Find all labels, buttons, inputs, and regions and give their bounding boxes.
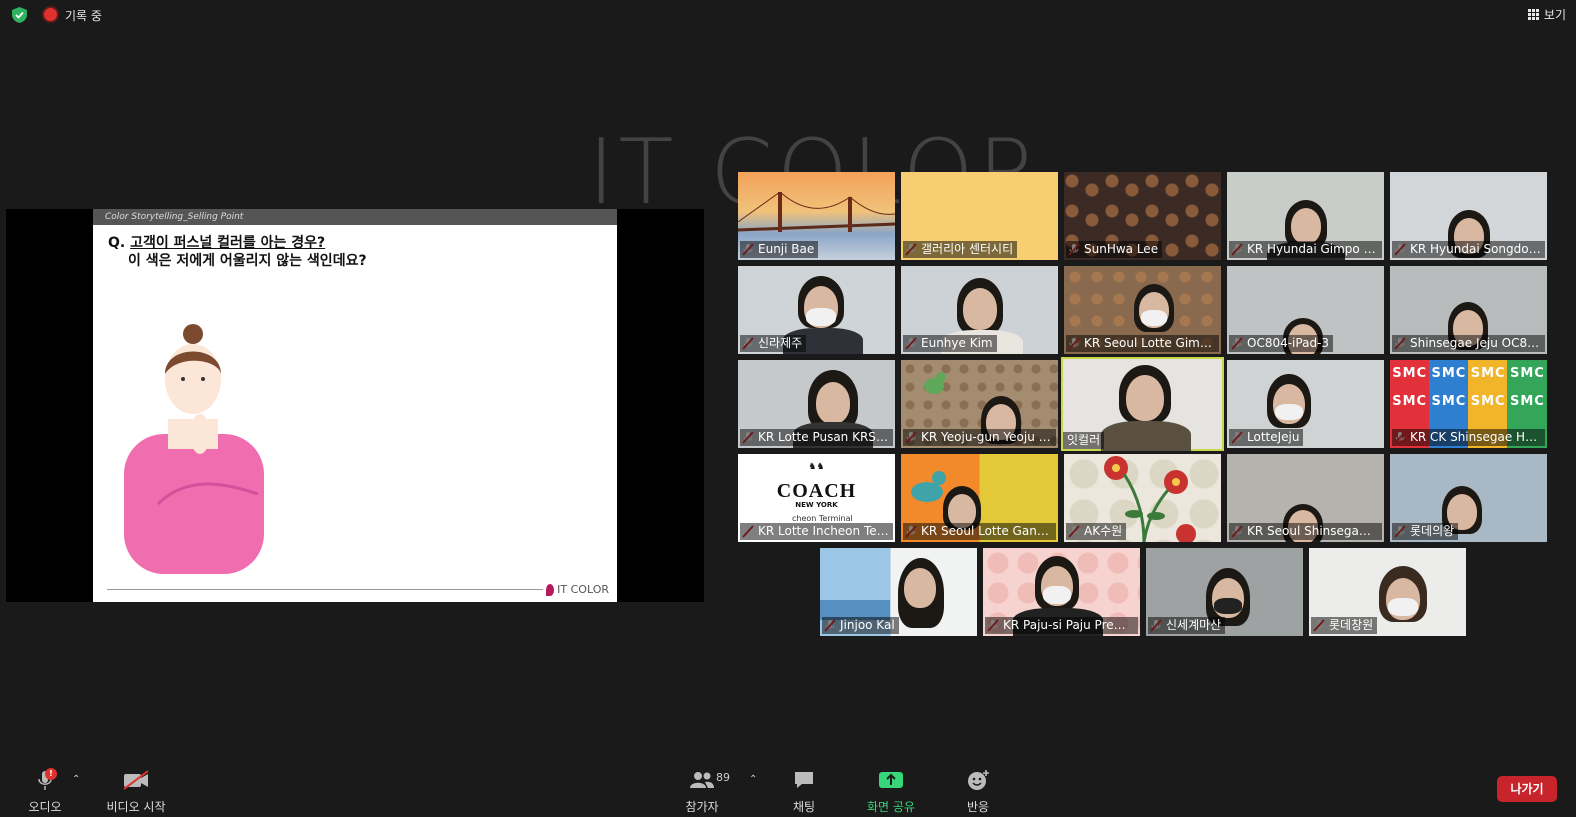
- participant-name: KR Paju-si Paju Premi...: [985, 617, 1138, 634]
- participants-icon: [690, 772, 714, 788]
- thinking-woman-illustration: [124, 324, 264, 574]
- zoom-meeting-window: 기록 중 보기 Color Storytelling_Selling Point…: [0, 0, 1576, 817]
- presentation-slide: Color Storytelling_Selling Point Q. 고객이 …: [93, 209, 617, 602]
- shared-screen[interactable]: Color Storytelling_Selling Point Q. 고객이 …: [6, 209, 704, 602]
- participant-name: KR Seoul Shinsegae ...: [1229, 523, 1382, 540]
- chat-button[interactable]: 채팅: [788, 768, 820, 815]
- share-screen-icon: [879, 772, 903, 788]
- participant-tile[interactable]: ♞♞ COACH NEW YORK cheon Terminal KR Lott…: [738, 454, 895, 542]
- participant-name: KR CK Shinsegae Han...: [1392, 429, 1545, 446]
- participants-options-caret[interactable]: ⌃: [749, 774, 757, 785]
- dinosaur-sticker: [924, 372, 946, 394]
- top-bar: 기록 중 보기: [0, 0, 1576, 30]
- participant-tile[interactable]: 신세계마산: [1146, 548, 1303, 636]
- participant-tile[interactable]: 신라제주: [738, 266, 895, 354]
- participant-tile[interactable]: AK수원: [1064, 454, 1221, 542]
- participant-name: 신라제주: [740, 335, 807, 352]
- coach-logo-sub: NEW YORK: [795, 501, 838, 509]
- participant-name: KR Lotte Incheon Ter...: [740, 523, 893, 540]
- participant-name: Eunji Bae: [740, 241, 819, 258]
- chat-bubble-icon: [795, 772, 813, 788]
- participant-tile[interactable]: KR Yeoju-gun Yeoju P...: [901, 360, 1058, 448]
- grid-view-icon: [1527, 9, 1539, 20]
- participant-tile[interactable]: Jinjoo Kal: [820, 548, 977, 636]
- slide-header: Color Storytelling_Selling Point: [93, 209, 617, 225]
- view-label: 보기: [1543, 8, 1566, 22]
- audio-options-caret[interactable]: ⌃: [72, 774, 80, 785]
- coach-logo: COACH: [776, 480, 857, 502]
- participant-tile[interactable]: KR Paju-si Paju Premi...: [983, 548, 1140, 636]
- participant-name: KR Seoul Lotte Gimp...: [1066, 335, 1219, 352]
- participant-name: OC804-iPad-3: [1229, 335, 1334, 352]
- participant-name: KR Seoul Lotte Gang...: [903, 523, 1056, 540]
- participants-count: 89: [716, 771, 730, 784]
- participant-tile[interactable]: KR Hyundai Gimpo O...: [1227, 172, 1384, 260]
- emoji-reaction-icon: [968, 770, 989, 790]
- smc-pattern: SMC SMC SMC SMC: [1392, 366, 1545, 381]
- participant-name: KR Hyundai Gimpo O...: [1229, 241, 1382, 258]
- audio-warning-badge: !: [45, 768, 57, 780]
- participant-tile[interactable]: LotteJeju: [1227, 360, 1384, 448]
- participant-name: KR Yeoju-gun Yeoju P...: [903, 429, 1056, 446]
- participant-tile[interactable]: KR Seoul Shinsegae ...: [1227, 454, 1384, 542]
- reactions-label: 반응: [966, 800, 990, 814]
- it-color-logo: IT COLOR: [546, 583, 609, 596]
- participants-label: 참가자: [685, 800, 719, 814]
- participant-name: LotteJeju: [1229, 429, 1304, 446]
- participant-name: 갤러리아 센터시티: [903, 241, 1018, 258]
- bridge-background: [738, 192, 895, 232]
- participant-tile[interactable]: OC804-iPad-3: [1227, 266, 1384, 354]
- coach-carriage-icon: ♞♞: [808, 462, 825, 472]
- start-video-button[interactable]: 비디오 시작: [104, 768, 168, 815]
- participant-name: 롯데창원: [1311, 617, 1378, 634]
- participant-name: Eunhye Kim: [903, 335, 997, 352]
- participant-tile[interactable]: SMC SMC SMC SMC SMC SMC SMC SMC KR CK Shinsega…: [1390, 360, 1547, 448]
- slide-question-line1: Q. 고객이 퍼스널 컬러를 아는 경우?: [108, 235, 326, 251]
- participant-name: KR Hyundai Songdo ...: [1392, 241, 1545, 258]
- share-screen-button[interactable]: 화면 공유: [862, 768, 920, 815]
- participant-tile[interactable]: SunHwa Lee: [1064, 172, 1221, 260]
- participant-tile[interactable]: KR Hyundai Songdo ...: [1390, 172, 1547, 260]
- recording-icon[interactable]: [44, 8, 57, 21]
- participant-name: AK수원: [1066, 523, 1127, 540]
- participant-name: Jinjoo Kal: [822, 617, 899, 634]
- participant-tile[interactable]: 롯데의왕: [1390, 454, 1547, 542]
- participant-name: 롯데의왕: [1392, 523, 1459, 540]
- view-button[interactable]: 보기: [1527, 6, 1566, 23]
- participant-tile[interactable]: 갤러리아 센터시티: [901, 172, 1058, 260]
- participant-name: KR Lotte Pusan KRS011: [740, 429, 893, 446]
- leave-meeting-button[interactable]: 나가기: [1497, 776, 1557, 802]
- participant-tile[interactable]: Eunji Bae: [738, 172, 895, 260]
- participant-tile[interactable]: KR Seoul Lotte Gang...: [901, 454, 1058, 542]
- participant-name: SunHwa Lee: [1066, 241, 1163, 258]
- slide-footer-line: [107, 589, 543, 590]
- coach-caption: cheon Terminal: [792, 514, 853, 523]
- recording-label: 기록 중: [65, 9, 102, 23]
- participant-name: 잇컬러: [1063, 432, 1105, 449]
- active-speaker-tile[interactable]: 잇컬러: [1061, 357, 1224, 451]
- participant-tile[interactable]: 롯데창원: [1309, 548, 1466, 636]
- participant-tile[interactable]: KR Seoul Lotte Gimp...: [1064, 266, 1221, 354]
- participant-name: 신세계마산: [1148, 617, 1226, 634]
- share-screen-label: 화면 공유: [867, 800, 915, 814]
- reactions-button[interactable]: 반응: [962, 768, 994, 815]
- video-off-icon: [123, 770, 149, 790]
- slide-question-line2: 이 색은 저에게 어울리지 않는 색인데요?: [128, 253, 367, 269]
- participant-tile[interactable]: Shinsegae Jeju OC864: [1390, 266, 1547, 354]
- smc-pattern: SMC SMC SMC SMC: [1392, 394, 1545, 409]
- participant-name: Shinsegae Jeju OC864: [1392, 335, 1545, 352]
- start-video-label: 비디오 시작: [106, 800, 166, 814]
- participant-tile[interactable]: Eunhye Kim: [901, 266, 1058, 354]
- participant-tile[interactable]: KR Lotte Pusan KRS011: [738, 360, 895, 448]
- security-shield-icon[interactable]: [12, 7, 27, 23]
- audio-label: 오디오: [28, 800, 62, 814]
- chat-label: 채팅: [792, 800, 816, 814]
- meeting-toolbar: 오디오 ! ⌃ 비디오 시작 참가자 89 ⌃ 채팅 화면 공유 반응: [0, 760, 1576, 817]
